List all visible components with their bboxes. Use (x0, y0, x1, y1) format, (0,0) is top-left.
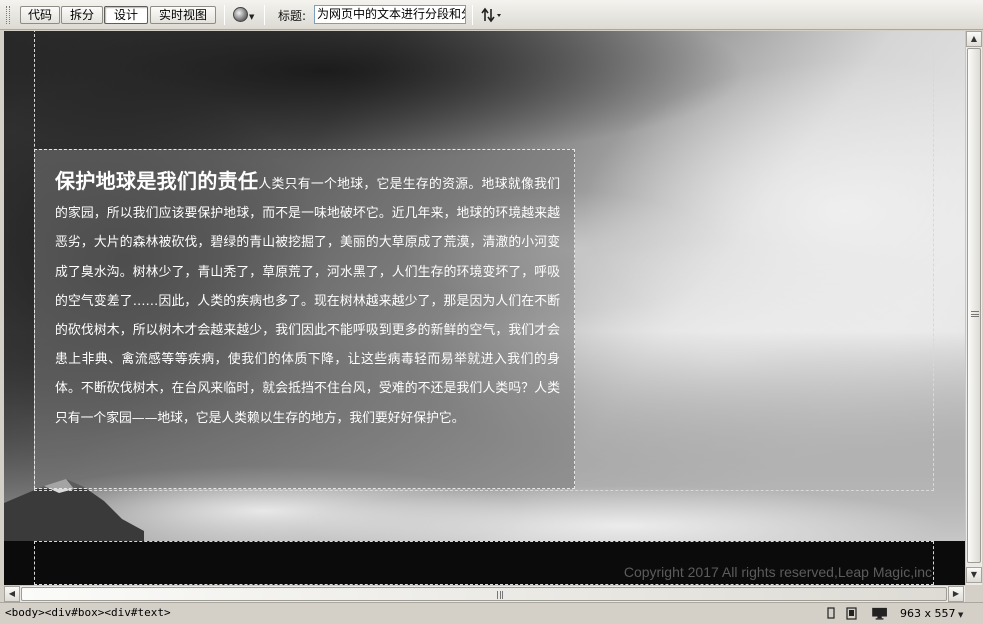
horizontal-scroll-thumb[interactable] (21, 587, 947, 601)
toolbar-separator (224, 5, 225, 25)
article-heading: 保护地球是我们的责任 (55, 169, 259, 193)
design-view-button[interactable]: 设计 (104, 6, 148, 24)
monitor-size-icon[interactable] (870, 607, 890, 620)
document-toolbar: 代码 拆分 设计 实时视图 ▼ 标题: 为网页中的文本进行分段和分 (0, 0, 983, 30)
text-div[interactable]: 保护地球是我们的责任人类只有一个地球，它是生存的资源。地球就像我们的家园，所以我… (34, 149, 575, 489)
status-bar: <body><div#box><div#text> 963 x 557 ▼ (0, 602, 983, 624)
browser-preview-button[interactable]: ▼ (233, 6, 255, 24)
dreamweaver-window: 代码 拆分 设计 实时视图 ▼ 标题: 为网页中的文本进行分段和分 Copyri… (0, 0, 983, 624)
refresh-button[interactable] (480, 6, 506, 24)
toolbar-separator (264, 5, 265, 25)
title-label: 标题: (278, 9, 307, 23)
live-view-button[interactable]: 实时视图 (150, 6, 216, 24)
refresh-icon (481, 7, 501, 23)
horizontal-scrollbar[interactable]: ◀ ▶ (4, 585, 965, 602)
window-size-readout[interactable]: 963 x 557 (900, 607, 956, 620)
toolbar-separator (472, 5, 473, 25)
vertical-scrollbar[interactable]: ▲ ▼ (965, 31, 982, 585)
scroll-right-arrow-icon[interactable]: ▶ (948, 586, 964, 602)
page-title-field[interactable]: 为网页中的文本进行分段和分 (314, 5, 466, 24)
scroll-down-arrow-icon[interactable]: ▼ (966, 567, 982, 583)
toolbar-grip[interactable] (6, 6, 10, 24)
footer-band: Copyright 2017 All rights reserved,Leap … (4, 541, 965, 585)
scroll-up-arrow-icon[interactable]: ▲ (966, 31, 982, 47)
tag-selector[interactable]: <body><div#box><div#text> (5, 606, 171, 619)
article-body: 人类只有一个地球，它是生存的资源。地球就像我们的家园，所以我们应该要保护地球，而… (55, 177, 561, 426)
split-view-button[interactable]: 拆分 (61, 6, 103, 24)
globe-icon (233, 7, 248, 22)
scroll-left-arrow-icon[interactable]: ◀ (4, 586, 20, 602)
article-paragraph[interactable]: 保护地球是我们的责任人类只有一个地球，它是生存的资源。地球就像我们的家园，所以我… (55, 167, 560, 433)
window-size-dropdown-icon[interactable]: ▼ (958, 611, 963, 619)
thumb-grip-icon (497, 591, 503, 599)
thumb-grip-icon (971, 311, 979, 317)
copyright-text: Copyright 2017 All rights reserved,Leap … (623, 564, 932, 580)
scrollbar-corner (965, 585, 983, 602)
vertical-scroll-thumb[interactable] (967, 48, 981, 563)
select-tool-icon[interactable] (826, 607, 836, 620)
hand-tool-icon[interactable] (846, 607, 858, 620)
dropdown-caret-icon: ▼ (249, 13, 255, 21)
design-view-canvas[interactable]: Copyright 2017 All rights reserved,Leap … (4, 31, 965, 585)
code-view-button[interactable]: 代码 (20, 6, 60, 24)
